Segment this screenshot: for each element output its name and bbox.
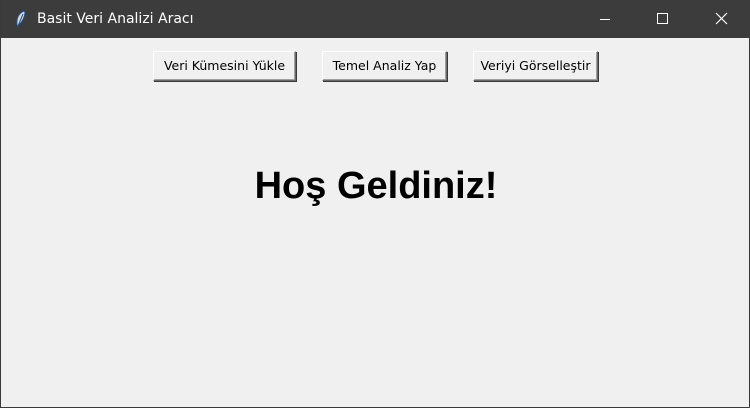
- welcome-heading: Hoş Geldiniz!: [254, 165, 498, 207]
- visualize-data-button[interactable]: Veriyi Görselleştir: [473, 51, 598, 81]
- minimize-icon: [600, 19, 610, 20]
- window-title: Basit Veri Analizi Aracı: [37, 11, 194, 27]
- feather-icon: [13, 10, 29, 29]
- basic-analysis-button[interactable]: Temel Analiz Yap: [322, 51, 447, 81]
- title-bar[interactable]: Basit Veri Analizi Aracı: [1, 0, 750, 38]
- load-dataset-button[interactable]: Veri Kümesini Yükle: [153, 51, 296, 81]
- close-button[interactable]: [693, 0, 750, 38]
- maximize-button[interactable]: [634, 0, 692, 38]
- app-window: Basit Veri Analizi Aracı Veri Kümesini Y…: [0, 0, 750, 408]
- close-icon: [715, 12, 728, 25]
- maximize-icon: [657, 13, 668, 24]
- minimize-button[interactable]: [576, 0, 634, 38]
